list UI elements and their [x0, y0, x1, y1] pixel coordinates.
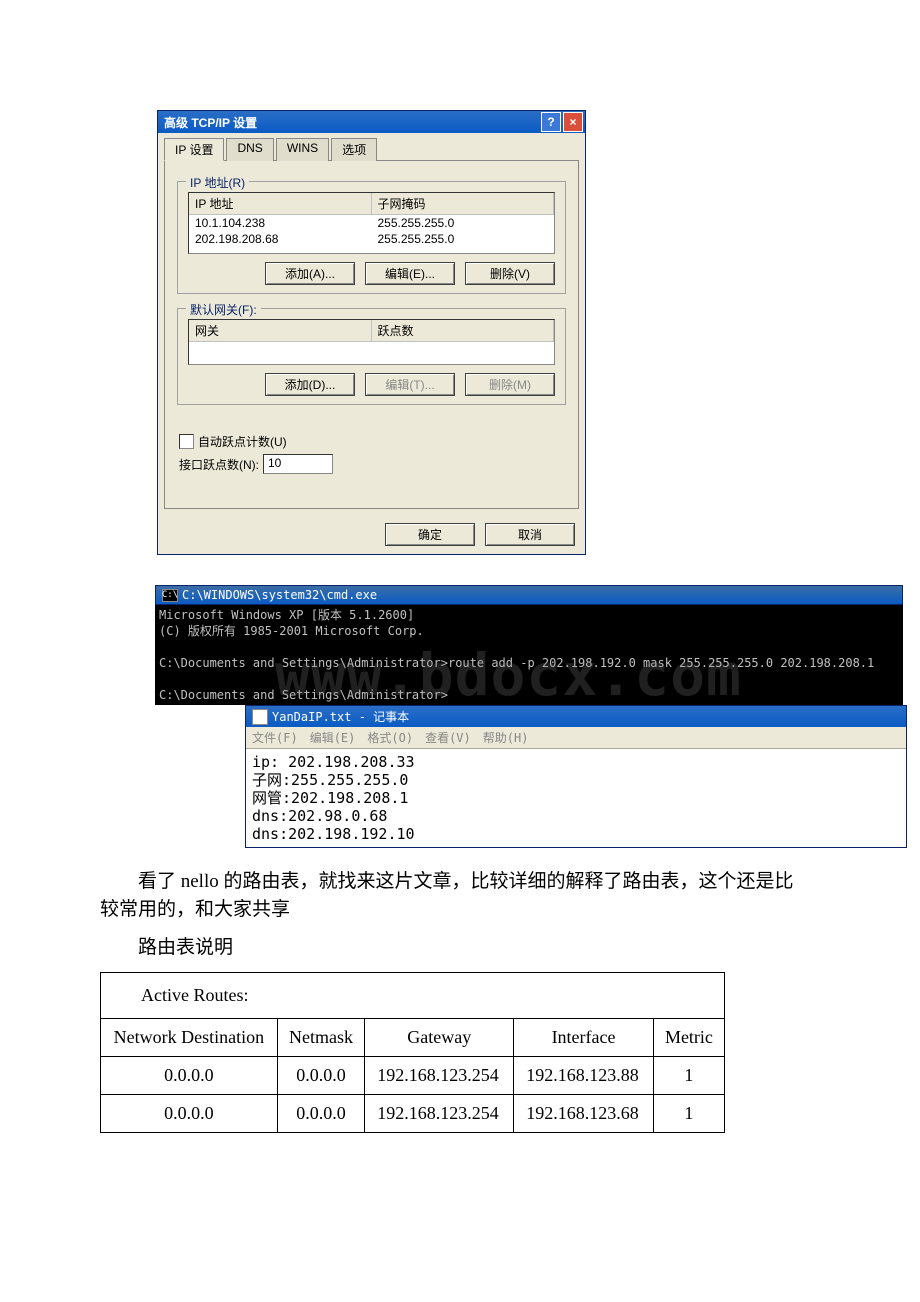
table-row: Active Routes:: [101, 973, 725, 1019]
cmd-icon: C:\: [162, 589, 178, 602]
list-row[interactable]: 202.198.208.68 255.255.255.0: [189, 231, 554, 247]
notepad-body[interactable]: ip: 202.198.208.33 子网:255.255.255.0 网管:2…: [246, 749, 906, 847]
group-default-gateway: 默认网关(F): 网关 跃点数 添加(D)... 编辑(T)... 删除(M): [177, 308, 566, 405]
article-p2: 路由表说明: [100, 934, 800, 962]
menu-file[interactable]: 文件(F): [252, 729, 298, 746]
metric-block: 自动跃点计数(U) 接口跃点数(N): 10: [177, 419, 566, 486]
col-hop-metric: 跃点数: [372, 320, 555, 341]
ip-listbox[interactable]: IP 地址 子网掩码 10.1.104.238 255.255.255.0 20…: [188, 192, 555, 254]
cmd-line: (C) 版权所有 1985-2001 Microsoft Corp.: [159, 624, 424, 638]
iface-metric-label: 接口跃点数(N):: [179, 456, 259, 473]
notepad-menubar: 文件(F) 编辑(E) 格式(O) 查看(V) 帮助(H): [246, 727, 906, 749]
cell-gateway: 192.168.123.254: [365, 1057, 514, 1095]
dialog-title: 高级 TCP/IP 设置: [164, 114, 257, 131]
col-netmask: Netmask: [277, 1019, 365, 1057]
route-table-header: Active Routes:: [101, 973, 725, 1019]
col-subnet-mask: 子网掩码: [372, 193, 555, 214]
cmd-line: Microsoft Windows XP [版本 5.1.2600]: [159, 608, 414, 622]
auto-metric-checkbox[interactable]: [179, 434, 194, 449]
cell-dest: 0.0.0.0: [101, 1057, 278, 1095]
article-body: 看了 nello 的路由表，就找来这片文章，比较详细的解释了路由表，这个还是比较…: [100, 868, 800, 962]
cancel-button[interactable]: 取消: [485, 523, 575, 546]
group-ip-addresses: IP 地址(R) IP 地址 子网掩码 10.1.104.238 255.255…: [177, 181, 566, 294]
ok-button[interactable]: 确定: [385, 523, 475, 546]
col-network-destination: Network Destination: [101, 1019, 278, 1057]
cmd-line: C:\Documents and Settings\Administrator>…: [159, 656, 874, 670]
list-row[interactable]: 10.1.104.238 255.255.255.0: [189, 215, 554, 231]
group-ip-legend: IP 地址(R): [186, 174, 249, 191]
ip-cell: 10.1.104.238: [189, 215, 372, 231]
menu-edit[interactable]: 编辑(E): [310, 729, 356, 746]
tab-panel: IP 地址(R) IP 地址 子网掩码 10.1.104.238 255.255…: [164, 160, 579, 509]
cell-metric: 1: [653, 1057, 724, 1095]
col-gateway: 网关: [189, 320, 372, 341]
col-metric: Metric: [653, 1019, 724, 1057]
ip-delete-button[interactable]: 删除(V): [465, 262, 555, 285]
notepad-titlebar: YanDaIP.txt - 记事本: [246, 706, 906, 727]
group-gw-legend: 默认网关(F):: [186, 301, 261, 318]
tab-strip: IP 设置 DNS WINS 选项: [158, 133, 585, 160]
cell-mask: 0.0.0.0: [277, 1057, 365, 1095]
gw-delete-button: 删除(M): [465, 373, 555, 396]
table-row: 0.0.0.0 0.0.0.0 192.168.123.254 192.168.…: [101, 1057, 725, 1095]
cmd-line: C:\Documents and Settings\Administrator>: [159, 688, 448, 702]
mask-cell: 255.255.255.0: [372, 215, 555, 231]
gw-edit-button: 编辑(T)...: [365, 373, 455, 396]
iface-metric-input[interactable]: 10: [263, 454, 333, 474]
cell-gateway: 192.168.123.254: [365, 1095, 514, 1133]
notepad-line: dns:202.98.0.68: [252, 807, 387, 825]
col-ip-address: IP 地址: [189, 193, 372, 214]
auto-metric-label: 自动跃点计数(U): [198, 433, 287, 450]
cell-interface: 192.168.123.88: [514, 1057, 654, 1095]
tab-dns[interactable]: DNS: [226, 138, 273, 161]
cmd-titlebar: C:\ C:\WINDOWS\system32\cmd.exe: [155, 585, 903, 605]
tab-wins[interactable]: WINS: [276, 138, 329, 161]
cell-metric: 1: [653, 1095, 724, 1133]
table-row: Network Destination Netmask Gateway Inte…: [101, 1019, 725, 1057]
tab-ip-settings[interactable]: IP 设置: [164, 138, 224, 161]
cell-dest: 0.0.0.0: [101, 1095, 278, 1133]
notepad-line: ip: 202.198.208.33: [252, 753, 415, 771]
mask-cell: 255.255.255.0: [372, 231, 555, 247]
col-gateway: Gateway: [365, 1019, 514, 1057]
ip-add-button[interactable]: 添加(A)...: [265, 262, 355, 285]
tab-options[interactable]: 选项: [331, 138, 377, 161]
gateway-listbox[interactable]: 网关 跃点数: [188, 319, 555, 365]
notepad-window: YanDaIP.txt - 记事本 文件(F) 编辑(E) 格式(O) 查看(V…: [245, 705, 907, 848]
close-icon[interactable]: ×: [563, 112, 583, 132]
gw-add-button[interactable]: 添加(D)...: [265, 373, 355, 396]
table-row: 0.0.0.0 0.0.0.0 192.168.123.254 192.168.…: [101, 1095, 725, 1133]
article-p1: 看了 nello 的路由表，就找来这片文章，比较详细的解释了路由表，这个还是比较…: [100, 868, 800, 924]
col-interface: Interface: [514, 1019, 654, 1057]
notepad-icon: [252, 709, 268, 725]
cmd-output[interactable]: Microsoft Windows XP [版本 5.1.2600] (C) 版…: [155, 605, 903, 705]
cell-interface: 192.168.123.68: [514, 1095, 654, 1133]
menu-help[interactable]: 帮助(H): [483, 729, 529, 746]
dialog-titlebar: 高级 TCP/IP 设置 ? ×: [158, 111, 585, 133]
ip-cell: 202.198.208.68: [189, 231, 372, 247]
route-table: Active Routes: Network Destination Netma…: [100, 972, 725, 1133]
cmd-window: www.bdocx.com C:\ C:\WINDOWS\system32\cm…: [155, 585, 903, 705]
notepad-line: 网管:202.198.208.1: [252, 789, 408, 807]
notepad-title: YanDaIP.txt - 记事本: [272, 708, 409, 725]
menu-format[interactable]: 格式(O): [367, 729, 413, 746]
cell-mask: 0.0.0.0: [277, 1095, 365, 1133]
menu-view[interactable]: 查看(V): [425, 729, 471, 746]
cmd-title-path: C:\WINDOWS\system32\cmd.exe: [182, 588, 377, 602]
ip-edit-button[interactable]: 编辑(E)...: [365, 262, 455, 285]
help-icon[interactable]: ?: [541, 112, 561, 132]
tcpip-dialog: 高级 TCP/IP 设置 ? × IP 设置 DNS WINS 选项 IP 地址…: [157, 110, 586, 555]
notepad-line: dns:202.198.192.10: [252, 825, 415, 843]
notepad-line: 子网:255.255.255.0: [252, 771, 408, 789]
